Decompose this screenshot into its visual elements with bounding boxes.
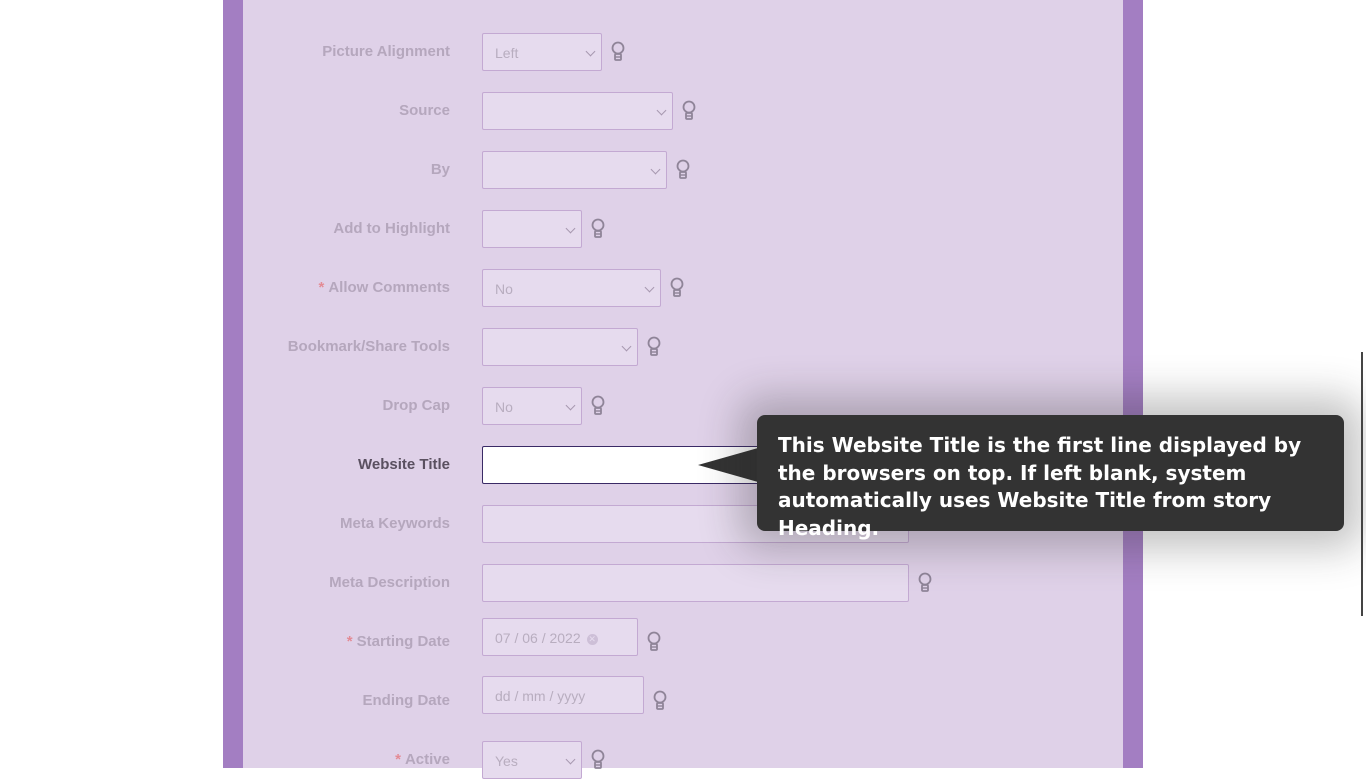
- form-row-allow-comments: * Allow Comments No: [243, 268, 1123, 308]
- form-row-source: Source: [243, 91, 1123, 131]
- lightbulb-icon[interactable]: [652, 690, 668, 712]
- active-label-text: Active: [404, 751, 450, 768]
- allow-comments-value: No: [495, 281, 513, 297]
- lightbulb-icon[interactable]: [675, 159, 691, 181]
- form-row-bookmark-share-tools: Bookmark/Share Tools: [243, 327, 1123, 367]
- lightbulb-icon[interactable]: [590, 395, 606, 417]
- lightbulb-icon[interactable]: [681, 100, 697, 122]
- tooltip-arrow: [698, 448, 758, 482]
- starting-date-input[interactable]: 07 / 06 / 2022 ✕: [482, 618, 638, 656]
- picture-alignment-value: Left: [495, 45, 519, 61]
- help-tooltip: This Website Title is the first line dis…: [757, 415, 1344, 540]
- lightbulb-icon[interactable]: [610, 41, 626, 63]
- meta-description-label: Meta Description: [329, 574, 450, 591]
- chevron-down-icon: [621, 341, 632, 352]
- allow-comments-label-text: Allow Comments: [328, 279, 450, 296]
- form-row-picture-alignment: Picture Alignment Left: [243, 32, 1123, 72]
- active-label: * Active: [395, 740, 450, 780]
- add-to-highlight-label: Add to Highlight: [333, 220, 450, 237]
- chevron-down-icon: [565, 400, 576, 411]
- ending-date-input[interactable]: dd / mm / yyyy: [482, 676, 644, 714]
- meta-keywords-label: Meta Keywords: [339, 515, 450, 532]
- meta-description-input[interactable]: [482, 564, 909, 602]
- picture-alignment-label: Picture Alignment: [322, 43, 450, 60]
- required-marker: *: [346, 633, 353, 650]
- active-value: Yes: [495, 753, 518, 769]
- bookmark-share-tools-label: Bookmark/Share Tools: [287, 338, 450, 355]
- ending-date-label: Ending Date: [362, 692, 450, 709]
- lightbulb-icon[interactable]: [669, 277, 685, 299]
- drop-cap-value: No: [495, 399, 513, 415]
- lightbulb-icon[interactable]: [646, 631, 662, 653]
- add-to-highlight-select[interactable]: [482, 210, 582, 248]
- form-row-by: By: [243, 150, 1123, 190]
- form-row-add-to-highlight: Add to Highlight: [243, 209, 1123, 249]
- required-marker: *: [395, 751, 401, 768]
- by-label: By: [430, 161, 450, 178]
- form-row-ending-date: Ending Date dd / mm / yyyy: [243, 676, 1123, 721]
- form-row-active: * Active Yes: [243, 740, 1123, 780]
- scrollbar[interactable]: [1361, 352, 1363, 616]
- active-select[interactable]: Yes: [482, 741, 582, 779]
- source-label: Source: [399, 102, 450, 119]
- drop-cap-label: Drop Cap: [382, 397, 451, 414]
- ending-date-placeholder: dd / mm / yyyy: [495, 688, 586, 704]
- required-marker: *: [318, 279, 325, 296]
- picture-alignment-select[interactable]: Left: [482, 33, 602, 71]
- chevron-down-icon: [656, 105, 667, 116]
- website-title-label: Website Title: [358, 456, 450, 473]
- lightbulb-icon[interactable]: [917, 572, 933, 594]
- tooltip-text: This Website Title is the first line dis…: [778, 433, 1302, 540]
- bookmark-share-tools-select[interactable]: [482, 328, 638, 366]
- form-row-meta-description: Meta Description: [243, 563, 1123, 603]
- lightbulb-icon[interactable]: [590, 218, 606, 240]
- clear-icon[interactable]: ✕: [586, 634, 598, 645]
- source-select[interactable]: [482, 92, 673, 130]
- starting-date-text: 07 / 06 / 2022 ✕: [495, 619, 598, 657]
- chevron-down-icon: [565, 754, 576, 765]
- drop-cap-select[interactable]: No: [482, 387, 582, 425]
- chevron-down-icon: [565, 223, 576, 234]
- starting-date-value: 07 / 06 / 2022: [495, 630, 581, 646]
- chevron-down-icon: [585, 46, 596, 57]
- lightbulb-icon[interactable]: [646, 336, 662, 358]
- allow-comments-label: * Allow Comments: [318, 268, 450, 308]
- chevron-down-icon: [650, 164, 661, 175]
- starting-date-label: * Starting Date: [347, 622, 450, 662]
- form-row-starting-date: * Starting Date 07 / 06 / 2022 ✕: [243, 618, 1123, 662]
- chevron-down-icon: [644, 282, 655, 293]
- by-select[interactable]: [482, 151, 667, 189]
- allow-comments-select[interactable]: No: [482, 269, 661, 307]
- starting-date-label-text: Starting Date: [356, 633, 450, 650]
